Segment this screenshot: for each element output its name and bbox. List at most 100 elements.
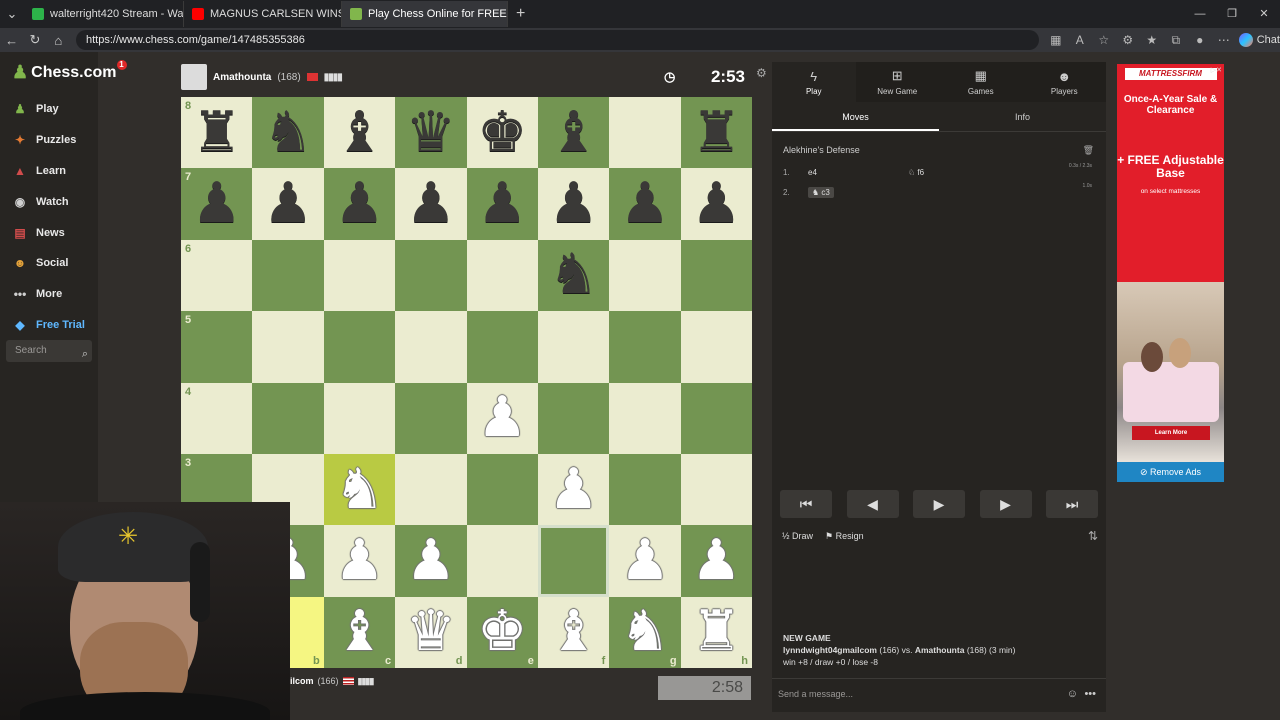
sidebar-item-puzzles[interactable]: ✦ Puzzles: [0, 125, 98, 156]
square-d7[interactable]: ♟: [395, 168, 467, 240]
black-knight-piece[interactable]: ♞: [263, 104, 313, 161]
square-c1[interactable]: c ♝: [323, 596, 396, 668]
close-window-icon[interactable]: ✕: [1248, 0, 1280, 28]
tab-list-chevron-icon[interactable]: ⌄: [0, 6, 24, 22]
black-queen-piece[interactable]: ♛: [406, 104, 456, 161]
tab-games[interactable]: ▦ Games: [939, 62, 1023, 102]
square-c6[interactable]: [323, 239, 396, 312]
square-d1[interactable]: d ♛: [395, 596, 467, 668]
sidebar-item-play[interactable]: ♟ Play: [0, 94, 98, 125]
tab-players[interactable]: ☻ Players: [1023, 62, 1107, 102]
opening-name[interactable]: Alekhine's Defense: [783, 145, 860, 155]
subtab-moves[interactable]: Moves: [772, 102, 939, 131]
black-pawn-piece[interactable]: ♟: [620, 176, 670, 232]
remove-ads-button[interactable]: ⊘ Remove Ads: [1117, 462, 1224, 482]
menu-ellipsis-icon[interactable]: ⋯: [1215, 33, 1233, 48]
square-c5[interactable]: [323, 311, 396, 383]
chat-message-input[interactable]: Send a message... ☺ •••: [772, 678, 1106, 708]
maximize-icon[interactable]: ❐: [1216, 0, 1248, 28]
square-e7[interactable]: ♟: [466, 168, 538, 240]
black-pawn-piece[interactable]: ♟: [334, 176, 384, 232]
sidebar-item-social[interactable]: ☻ Social: [0, 248, 98, 279]
square-b7[interactable]: ♟: [252, 168, 324, 240]
minimize-icon[interactable]: —: [1184, 0, 1216, 28]
square-c7[interactable]: ♟: [323, 168, 396, 240]
tab-play[interactable]: ϟ Play: [772, 62, 856, 102]
square-a5[interactable]: 5: [181, 311, 253, 383]
chat-more-icon[interactable]: •••: [1084, 679, 1096, 709]
square-h2[interactable]: ♟: [680, 525, 752, 597]
white-pawn-piece[interactable]: ♟: [334, 532, 384, 589]
square-h3[interactable]: [680, 453, 752, 526]
sidebar-item-learn[interactable]: ▲ Learn: [0, 156, 98, 187]
square-g1[interactable]: g ♞: [609, 596, 681, 668]
square-b6[interactable]: [252, 239, 324, 312]
square-d8[interactable]: ♛: [395, 97, 467, 169]
browser-tab[interactable]: MAGNUS CARLSEN WINS W ✕: [184, 1, 342, 27]
square-a4[interactable]: 4: [181, 382, 253, 454]
square-g3[interactable]: [609, 453, 681, 526]
square-c3[interactable]: ♞: [323, 453, 396, 526]
avatar[interactable]: [181, 64, 207, 90]
black-king-piece[interactable]: ♚: [477, 104, 527, 161]
black-rook-piece[interactable]: ♜: [691, 104, 741, 161]
square-d6[interactable]: [395, 239, 467, 312]
black-rook-piece[interactable]: ♜: [192, 104, 242, 161]
ad-learn-more-button[interactable]: Learn More: [1132, 426, 1210, 440]
square-e2[interactable]: [466, 525, 538, 597]
square-f3[interactable]: ♟: [537, 453, 610, 526]
square-e3[interactable]: [466, 453, 538, 526]
square-f1[interactable]: f ♝: [537, 596, 610, 668]
square-b8[interactable]: ♞: [252, 97, 324, 169]
url-field[interactable]: https://www.chess.com/game/147485355386: [75, 30, 1039, 50]
square-g8[interactable]: [609, 97, 681, 169]
square-h1[interactable]: h ♜: [680, 596, 752, 668]
black-pawn-piece[interactable]: ♟: [477, 176, 527, 232]
flip-board-icon[interactable]: ⇅: [1088, 529, 1098, 543]
sidebar-item-more[interactable]: ••• More: [0, 279, 98, 310]
previous-move-button[interactable]: ◀: [846, 490, 899, 518]
read-aloud-icon[interactable]: A: [1071, 33, 1089, 48]
white-knight-piece[interactable]: ♞: [620, 604, 670, 660]
square-h8[interactable]: ♜: [680, 97, 752, 169]
square-g2[interactable]: ♟: [609, 525, 681, 597]
white-pawn-piece[interactable]: ♟: [477, 390, 527, 446]
black-knight-piece[interactable]: ♞: [548, 247, 598, 303]
new-tab-icon[interactable]: +: [508, 5, 533, 23]
sidebar-item-free-trial[interactable]: ◆ Free Trial: [0, 310, 98, 341]
square-e4[interactable]: ♟: [466, 382, 538, 454]
draw-button[interactable]: ½ Draw: [782, 531, 813, 541]
square-b4[interactable]: [252, 382, 324, 454]
search-icon[interactable]: ⌕: [82, 343, 88, 365]
sidebar-item-news[interactable]: ▤ News: [0, 217, 98, 248]
square-h7[interactable]: ♟: [680, 168, 752, 240]
white-pawn-piece[interactable]: ♟: [548, 461, 598, 518]
chess-logo[interactable]: ♟ Chess.com 1: [12, 60, 127, 83]
black-pawn-piece[interactable]: ♟: [263, 176, 313, 232]
sidebar-item-watch[interactable]: ◉ Watch: [0, 186, 98, 217]
home-icon[interactable]: ⌂: [47, 33, 70, 48]
board-settings-gear-icon[interactable]: ⚙: [756, 66, 767, 80]
square-c8[interactable]: ♝: [323, 97, 396, 169]
white-pawn-piece[interactable]: ♟: [691, 532, 741, 589]
emoji-icon[interactable]: ☺: [1067, 679, 1078, 709]
square-f6[interactable]: ♞: [537, 239, 610, 312]
black-bishop-piece[interactable]: ♝: [548, 104, 598, 161]
opponent-name[interactable]: Amathounta: [213, 72, 271, 83]
browser-tab[interactable]: walterright420 Stream - Watch Liv ✕: [24, 1, 184, 27]
black-pawn-piece[interactable]: ♟: [406, 176, 456, 232]
white-knight-piece[interactable]: ♞: [334, 461, 384, 518]
black-pawn-piece[interactable]: ♟: [192, 176, 242, 232]
opponent-link[interactable]: Amathounta: [915, 645, 965, 655]
subtab-info[interactable]: Info: [939, 102, 1106, 131]
profile-avatar-icon[interactable]: ●: [1191, 33, 1209, 48]
white-bishop-piece[interactable]: ♝: [334, 604, 384, 660]
favorites-icon[interactable]: ★: [1143, 33, 1161, 48]
white-bishop-piece[interactable]: ♝: [548, 604, 598, 660]
play-button[interactable]: ▶: [913, 490, 965, 518]
search-input[interactable]: Search ⌕: [6, 340, 92, 362]
square-a8[interactable]: 8 ♜: [181, 97, 253, 169]
square-a7[interactable]: 7 ♟: [181, 168, 253, 240]
square-g6[interactable]: [609, 239, 681, 312]
white-rook-piece[interactable]: ♜: [691, 604, 741, 660]
